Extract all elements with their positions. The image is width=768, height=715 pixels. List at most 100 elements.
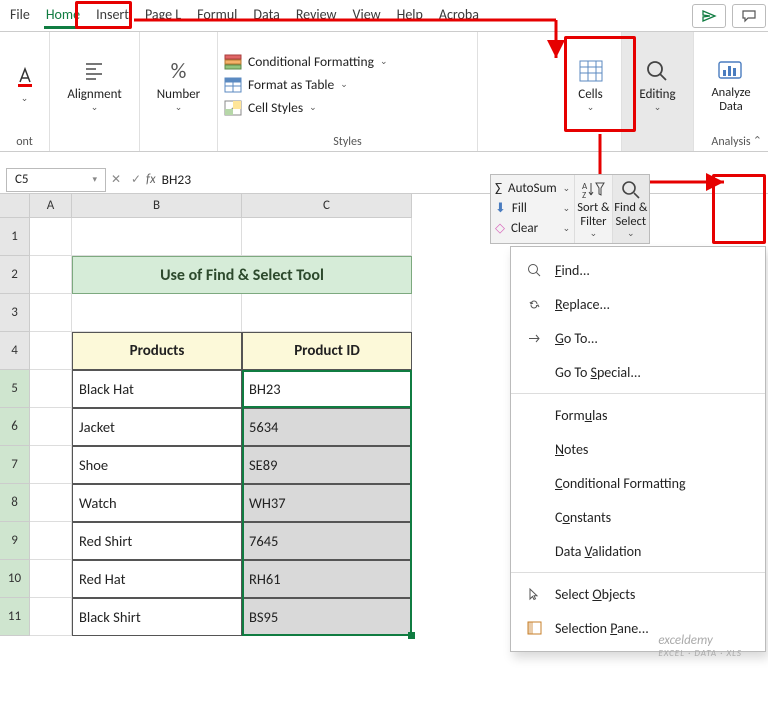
alignment-icon <box>80 57 108 85</box>
cell[interactable] <box>30 332 72 370</box>
menu-find[interactable]: Find... <box>511 253 765 287</box>
cell-product-id[interactable]: RH61 <box>242 560 412 598</box>
confirm-formula-icon[interactable]: ✓ <box>131 172 141 187</box>
row-header[interactable]: 3 <box>0 294 30 332</box>
magnifier-icon <box>525 261 543 279</box>
cell-product-id[interactable]: BS95 <box>242 598 412 636</box>
conditional-formatting-button[interactable]: Conditional Formatting ⌄ <box>224 53 387 70</box>
find-select-button[interactable]: Find & Select⌄ <box>612 175 649 243</box>
alignment-button[interactable]: Alignment ⌄ <box>59 53 129 117</box>
group-label-analysis: Analysis <box>711 135 750 149</box>
col-header[interactable]: C <box>242 194 412 218</box>
row-header[interactable]: 4 <box>0 332 30 370</box>
cell[interactable] <box>30 598 72 636</box>
menu-cond-format[interactable]: Conditional Formatting <box>511 466 765 500</box>
tab-acrobat[interactable]: Acroba <box>431 2 487 29</box>
fill-button[interactable]: ⬇Fill⌄ <box>495 201 570 216</box>
cell[interactable] <box>242 294 412 332</box>
cell-product[interactable]: Red Shirt <box>72 522 242 560</box>
title-cell[interactable]: Use of Find & Select Tool <box>72 256 412 294</box>
comments-button[interactable] <box>732 4 766 28</box>
row-header[interactable]: 8 <box>0 484 30 522</box>
menu-select-objects[interactable]: Select Objects <box>511 577 765 611</box>
group-cells: Cells ⌄ <box>560 32 622 151</box>
formula-value[interactable]: BH23 <box>162 171 191 188</box>
select-all-triangle[interactable] <box>0 194 30 218</box>
cell[interactable] <box>30 294 72 332</box>
menu-goto-special[interactable]: Go To Special... <box>511 355 765 389</box>
editing-flyout: ∑AutoSum⌄ ⬇Fill⌄ ◇Clear⌄ AZ Sort & Filte… <box>490 174 650 244</box>
menu-constants[interactable]: Constants <box>511 500 765 534</box>
font-color-icon[interactable] <box>12 65 38 89</box>
row-header[interactable]: 2 <box>0 256 30 294</box>
cell-styles-button[interactable]: Cell Styles ⌄ <box>224 99 317 116</box>
tab-view[interactable]: View <box>345 2 389 29</box>
row-header[interactable]: 6 <box>0 408 30 446</box>
tab-file[interactable]: File <box>2 2 38 29</box>
cell-product-id[interactable]: SE89 <box>242 446 412 484</box>
editing-button[interactable]: Editing ⌄ <box>631 53 683 117</box>
formula-bar: C5▾ ✕ ✓ fx BH23 <box>0 166 768 194</box>
row-header[interactable]: 9 <box>0 522 30 560</box>
format-as-table-button[interactable]: Format as Table ⌄ <box>224 76 348 93</box>
tab-review[interactable]: Review <box>288 2 345 29</box>
cell[interactable] <box>30 256 72 294</box>
cell[interactable] <box>30 408 72 446</box>
analyze-data-button[interactable]: Analyze Data <box>700 52 762 118</box>
cell[interactable] <box>30 560 72 598</box>
cell-product-id[interactable]: 5634 <box>242 408 412 446</box>
clear-button[interactable]: ◇Clear⌄ <box>495 221 570 236</box>
tab-insert[interactable]: Insert <box>88 2 137 29</box>
goto-arrow-icon <box>525 329 543 347</box>
row-header[interactable]: 7 <box>0 446 30 484</box>
row-header[interactable]: 1 <box>0 218 30 256</box>
header-product-id[interactable]: Product ID <box>242 332 412 370</box>
row-header[interactable]: 11 <box>0 598 30 636</box>
menu-notes[interactable]: Notes <box>511 432 765 466</box>
cell-product-id[interactable]: WH37 <box>242 484 412 522</box>
cell-product[interactable]: Red Hat <box>72 560 242 598</box>
cell[interactable] <box>30 218 72 256</box>
menu-replace[interactable]: Replace... <box>511 287 765 321</box>
eraser-icon: ◇ <box>495 221 505 236</box>
cell-product-id[interactable]: BH23 <box>242 370 412 408</box>
row-header[interactable]: 5 <box>0 370 30 408</box>
share-button[interactable] <box>692 4 726 28</box>
cell-product[interactable]: Black Shirt <box>72 598 242 636</box>
row-header[interactable]: 10 <box>0 560 30 598</box>
cells-button[interactable]: Cells ⌄ <box>569 53 613 117</box>
tab-home[interactable]: Home <box>38 2 88 29</box>
tab-page-layout[interactable]: Page L <box>137 2 189 29</box>
menu-data-validation[interactable]: Data Validation <box>511 534 765 568</box>
find-select-menu: Find... Replace... Go To... Go To Specia… <box>510 246 766 652</box>
number-button[interactable]: % Number ⌄ <box>149 53 208 117</box>
tab-data[interactable]: Data <box>245 2 287 29</box>
tab-help[interactable]: Help <box>389 2 431 29</box>
sort-filter-button[interactable]: AZ Sort & Filter⌄ <box>574 175 611 243</box>
fx-icon[interactable]: fx <box>146 172 156 187</box>
cell[interactable] <box>242 218 412 256</box>
collapse-ribbon-icon[interactable]: ⌃ <box>753 134 762 147</box>
cell-product[interactable]: Jacket <box>72 408 242 446</box>
cell-product[interactable]: Black Hat <box>72 370 242 408</box>
name-box[interactable]: C5▾ <box>6 168 106 192</box>
cell[interactable] <box>72 218 242 256</box>
cell[interactable] <box>30 446 72 484</box>
cell-product[interactable]: Shoe <box>72 446 242 484</box>
menu-formulas[interactable]: Formulas <box>511 398 765 432</box>
cell-product-id[interactable]: 7645 <box>242 522 412 560</box>
autosum-button[interactable]: ∑AutoSum⌄ <box>495 181 570 196</box>
cell[interactable] <box>72 294 242 332</box>
cell-product[interactable]: Watch <box>72 484 242 522</box>
cells-icon <box>577 57 605 85</box>
col-header[interactable]: B <box>72 194 242 218</box>
cell[interactable] <box>30 522 72 560</box>
cell[interactable] <box>30 370 72 408</box>
cell[interactable] <box>30 484 72 522</box>
tab-formulas[interactable]: Formul <box>189 2 245 29</box>
col-header[interactable]: A <box>30 194 72 218</box>
fill-handle[interactable] <box>408 632 415 639</box>
menu-goto[interactable]: Go To... <box>511 321 765 355</box>
header-products[interactable]: Products <box>72 332 242 370</box>
cancel-formula-icon[interactable]: ✕ <box>111 172 121 187</box>
